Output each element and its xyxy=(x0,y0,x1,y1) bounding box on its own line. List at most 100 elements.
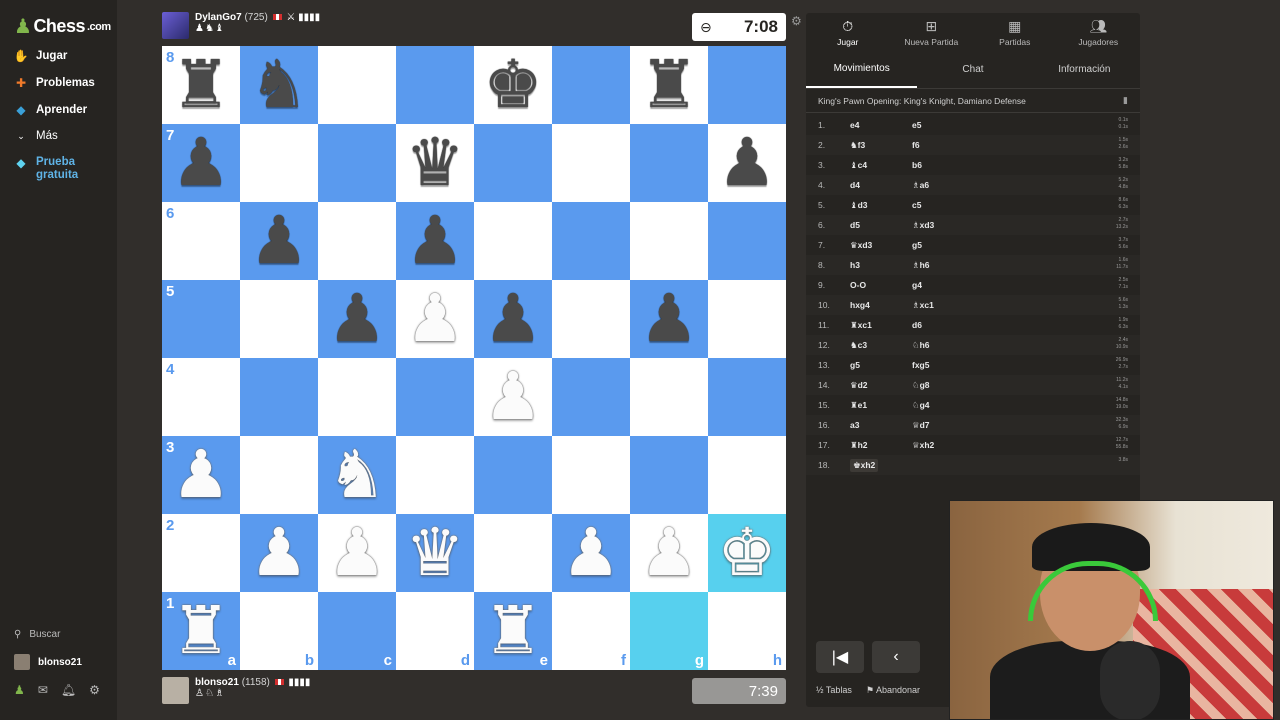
bell-icon[interactable]: 🔔︎ xyxy=(61,683,76,697)
board-settings-gear-icon[interactable]: ⚙ xyxy=(791,14,802,28)
square-h4[interactable] xyxy=(708,358,786,436)
gear-icon[interactable]: ⚙ xyxy=(89,683,100,697)
opponent-avatar[interactable] xyxy=(162,12,189,39)
white-move[interactable]: ♝d3 xyxy=(850,200,912,211)
tab-nueva-partida[interactable]: ⊞ Nueva Partida xyxy=(890,13,974,51)
square-a8[interactable]: 8 ♜ xyxy=(162,46,240,124)
black-move[interactable]: ♘g8 xyxy=(912,380,1032,391)
white-move[interactable]: hxg4 xyxy=(850,300,912,310)
square-h7[interactable]: ♟ xyxy=(708,124,786,202)
black-move[interactable]: b6 xyxy=(912,160,1032,170)
square-f7[interactable] xyxy=(552,124,630,202)
tab-jugadores[interactable]: 👥︎ Jugadores xyxy=(1057,13,1141,51)
black-move[interactable]: ♘h6 xyxy=(912,340,1032,351)
square-g3[interactable] xyxy=(630,436,708,514)
square-a1[interactable]: 1 a ♜ xyxy=(162,592,240,670)
white-pawn-icon[interactable]: ♟ xyxy=(327,520,386,586)
square-h2[interactable]: ♚ xyxy=(708,514,786,592)
square-b3[interactable] xyxy=(240,436,318,514)
square-c3[interactable]: ♞ xyxy=(318,436,396,514)
square-d4[interactable] xyxy=(396,358,474,436)
black-move[interactable]: e5 xyxy=(912,120,1032,130)
black-rook-icon[interactable]: ♜ xyxy=(639,52,698,118)
square-g7[interactable] xyxy=(630,124,708,202)
white-move[interactable]: O-O xyxy=(850,280,912,290)
square-g1[interactable]: g xyxy=(630,592,708,670)
white-knight-icon[interactable]: ♞ xyxy=(327,442,386,508)
white-move[interactable]: ♜h2 xyxy=(850,440,912,451)
white-move[interactable]: ♞c3 xyxy=(850,340,912,351)
square-d3[interactable] xyxy=(396,436,474,514)
mail-icon[interactable]: ✉ xyxy=(38,683,48,697)
white-move[interactable]: a3 xyxy=(850,420,912,430)
square-d1[interactable]: d xyxy=(396,592,474,670)
square-a2[interactable]: 2 xyxy=(162,514,240,592)
black-move[interactable]: fxg5 xyxy=(912,360,1032,370)
square-g6[interactable] xyxy=(630,202,708,280)
square-b6[interactable]: ♟ xyxy=(240,202,318,280)
black-move[interactable]: ♕d7 xyxy=(912,420,1032,431)
square-f5[interactable] xyxy=(552,280,630,358)
black-pawn-icon[interactable]: ♟ xyxy=(327,286,386,352)
square-f6[interactable] xyxy=(552,202,630,280)
black-pawn-icon[interactable]: ♟ xyxy=(639,286,698,352)
white-move[interactable]: d5 xyxy=(850,220,912,230)
square-f1[interactable]: f xyxy=(552,592,630,670)
black-pawn-icon[interactable]: ♟ xyxy=(405,208,464,274)
player-name[interactable]: blonso21 xyxy=(195,677,239,688)
square-e8[interactable]: ♚ xyxy=(474,46,552,124)
white-move[interactable]: d4 xyxy=(850,180,912,190)
white-move[interactable]: h3 xyxy=(850,260,912,270)
square-e7[interactable] xyxy=(474,124,552,202)
tab-jugar[interactable]: ⏱︎ Jugar xyxy=(806,13,890,51)
black-pawn-icon[interactable]: ♟ xyxy=(171,130,230,196)
square-h5[interactable] xyxy=(708,280,786,358)
square-h1[interactable]: h xyxy=(708,592,786,670)
black-king-icon[interactable]: ♚ xyxy=(483,52,542,118)
square-b5[interactable] xyxy=(240,280,318,358)
square-h6[interactable] xyxy=(708,202,786,280)
square-c6[interactable] xyxy=(318,202,396,280)
white-move[interactable]: ♛d2 xyxy=(850,380,912,391)
square-a6[interactable]: 6 xyxy=(162,202,240,280)
subtab-chat[interactable]: Chat xyxy=(917,51,1028,88)
square-f3[interactable] xyxy=(552,436,630,514)
white-pawn-icon[interactable]: ♟ xyxy=(561,520,620,586)
square-e6[interactable] xyxy=(474,202,552,280)
black-move[interactable]: ♗xd3 xyxy=(912,220,1032,231)
square-e2[interactable] xyxy=(474,514,552,592)
first-move-button[interactable]: |◀ xyxy=(816,641,864,673)
square-c4[interactable] xyxy=(318,358,396,436)
square-e4[interactable]: ♟ xyxy=(474,358,552,436)
black-move[interactable]: ♗h6 xyxy=(912,260,1032,271)
black-pawn-icon[interactable]: ♟ xyxy=(249,208,308,274)
white-move[interactable]: ♛xd3 xyxy=(850,240,912,251)
square-a3[interactable]: 3 ♟ xyxy=(162,436,240,514)
black-queen-icon[interactable]: ♛ xyxy=(405,130,464,196)
white-pawn-icon[interactable]: ♟ xyxy=(483,364,542,430)
sidebar-item-aprender[interactable]: ◆ Aprender xyxy=(14,103,87,117)
black-move[interactable]: ♗xc1 xyxy=(912,300,1032,311)
black-move[interactable]: d6 xyxy=(912,320,1032,330)
black-move[interactable]: ♕xh2 xyxy=(912,440,1032,451)
square-d5[interactable]: ♟ xyxy=(396,280,474,358)
tab-partidas[interactable]: ▦ Partidas xyxy=(973,13,1057,51)
square-d6[interactable]: ♟ xyxy=(396,202,474,280)
white-move[interactable]: g5 xyxy=(850,360,912,370)
square-e5[interactable]: ♟ xyxy=(474,280,552,358)
white-rook-icon[interactable]: ♜ xyxy=(483,598,542,664)
square-e3[interactable] xyxy=(474,436,552,514)
white-pawn-icon[interactable]: ♟ xyxy=(405,286,464,352)
square-f4[interactable] xyxy=(552,358,630,436)
square-b4[interactable] xyxy=(240,358,318,436)
subtab-informacion[interactable]: Información xyxy=(1029,51,1140,88)
square-c1[interactable]: c xyxy=(318,592,396,670)
white-move[interactable]: ♝c4 xyxy=(850,160,912,171)
white-queen-icon[interactable]: ♛ xyxy=(405,520,464,586)
sidebar-profile[interactable]: blonso21 xyxy=(14,654,82,670)
black-move[interactable]: ♗a6 xyxy=(912,180,1032,191)
square-c5[interactable]: ♟ xyxy=(318,280,396,358)
square-a4[interactable]: 4 xyxy=(162,358,240,436)
square-c7[interactable] xyxy=(318,124,396,202)
sidebar-item-free-trial[interactable]: ◆ Prueba gratuita xyxy=(14,156,78,182)
